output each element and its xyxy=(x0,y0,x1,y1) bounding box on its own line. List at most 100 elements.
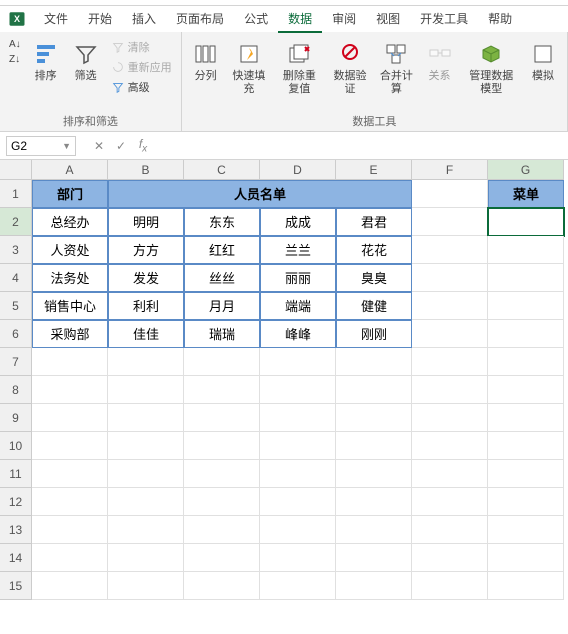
cell-F13[interactable] xyxy=(412,516,488,544)
cell-B13[interactable] xyxy=(108,516,184,544)
cell-G15[interactable] xyxy=(488,572,564,600)
cell-D7[interactable] xyxy=(260,348,336,376)
menu-文件[interactable]: 文件 xyxy=(34,6,78,33)
cell-G4[interactable] xyxy=(488,264,564,292)
clear-button[interactable]: 清除 xyxy=(108,38,175,56)
row-header-11[interactable]: 11 xyxy=(0,460,32,488)
cell-A6[interactable]: 采购部 xyxy=(32,320,108,348)
cell-A4[interactable]: 法务处 xyxy=(32,264,108,292)
cell-B15[interactable] xyxy=(108,572,184,600)
cell-D13[interactable] xyxy=(260,516,336,544)
relations-button[interactable]: 关系 xyxy=(422,36,458,87)
cell-G5[interactable] xyxy=(488,292,564,320)
data-model-button[interactable]: 管理数据模型 xyxy=(462,36,521,100)
cell-B14[interactable] xyxy=(108,544,184,572)
cell-D14[interactable] xyxy=(260,544,336,572)
row-header-6[interactable]: 6 xyxy=(0,320,32,348)
cell-B4[interactable]: 发发 xyxy=(108,264,184,292)
remove-duplicates-button[interactable]: 删除重复值 xyxy=(274,36,325,100)
cell-E9[interactable] xyxy=(336,404,412,432)
cell-C8[interactable] xyxy=(184,376,260,404)
select-all-corner[interactable] xyxy=(0,160,32,180)
reapply-button[interactable]: 重新应用 xyxy=(108,58,175,76)
cell-E10[interactable] xyxy=(336,432,412,460)
cell-G7[interactable] xyxy=(488,348,564,376)
menu-插入[interactable]: 插入 xyxy=(122,6,166,33)
cell-E3[interactable]: 花花 xyxy=(336,236,412,264)
menu-数据[interactable]: 数据 xyxy=(278,6,322,33)
cell-E15[interactable] xyxy=(336,572,412,600)
cell-C3[interactable]: 红红 xyxy=(184,236,260,264)
cell-A13[interactable] xyxy=(32,516,108,544)
cell-C6[interactable]: 瑞瑞 xyxy=(184,320,260,348)
cell-A14[interactable] xyxy=(32,544,108,572)
cell-A2[interactable]: 总经办 xyxy=(32,208,108,236)
menu-公式[interactable]: 公式 xyxy=(234,6,278,33)
cell-B10[interactable] xyxy=(108,432,184,460)
cell-G9[interactable] xyxy=(488,404,564,432)
cell-D15[interactable] xyxy=(260,572,336,600)
cell-A9[interactable] xyxy=(32,404,108,432)
flash-fill-button[interactable]: 快速填充 xyxy=(228,36,270,100)
col-header-A[interactable]: A xyxy=(32,160,108,180)
cell-F8[interactable] xyxy=(412,376,488,404)
cell-E14[interactable] xyxy=(336,544,412,572)
row-header-13[interactable]: 13 xyxy=(0,516,32,544)
cell-G8[interactable] xyxy=(488,376,564,404)
cell-A11[interactable] xyxy=(32,460,108,488)
cell-G12[interactable] xyxy=(488,488,564,516)
cell-C14[interactable] xyxy=(184,544,260,572)
cell-A3[interactable]: 人资处 xyxy=(32,236,108,264)
cell-B9[interactable] xyxy=(108,404,184,432)
cell-C4[interactable]: 丝丝 xyxy=(184,264,260,292)
cell-D3[interactable]: 兰兰 xyxy=(260,236,336,264)
cell-D2[interactable]: 成成 xyxy=(260,208,336,236)
cell-F6[interactable] xyxy=(412,320,488,348)
fx-icon[interactable]: fx xyxy=(132,135,154,157)
row-header-12[interactable]: 12 xyxy=(0,488,32,516)
cell-D4[interactable]: 丽丽 xyxy=(260,264,336,292)
row-header-1[interactable]: 1 xyxy=(0,180,32,208)
cell-E11[interactable] xyxy=(336,460,412,488)
cell-C15[interactable] xyxy=(184,572,260,600)
cell-C7[interactable] xyxy=(184,348,260,376)
row-header-2[interactable]: 2 xyxy=(0,208,32,236)
cell-G13[interactable] xyxy=(488,516,564,544)
cell-F9[interactable] xyxy=(412,404,488,432)
cell-F3[interactable] xyxy=(412,236,488,264)
cell-F1[interactable] xyxy=(412,180,488,208)
cell-D12[interactable] xyxy=(260,488,336,516)
cell-F15[interactable] xyxy=(412,572,488,600)
col-header-B[interactable]: B xyxy=(108,160,184,180)
text-to-columns-button[interactable]: 分列 xyxy=(188,36,224,87)
cell-B6[interactable]: 佳佳 xyxy=(108,320,184,348)
menu-视图[interactable]: 视图 xyxy=(366,6,410,33)
formula-input[interactable] xyxy=(154,136,568,156)
cell-C11[interactable] xyxy=(184,460,260,488)
cell-D10[interactable] xyxy=(260,432,336,460)
cell-F10[interactable] xyxy=(412,432,488,460)
cell-D8[interactable] xyxy=(260,376,336,404)
cell-B12[interactable] xyxy=(108,488,184,516)
menu-开始[interactable]: 开始 xyxy=(78,6,122,33)
cell-D5[interactable]: 端端 xyxy=(260,292,336,320)
cell-C10[interactable] xyxy=(184,432,260,460)
cell-E4[interactable]: 臭臭 xyxy=(336,264,412,292)
cancel-icon[interactable]: ✕ xyxy=(88,135,110,157)
cell-A15[interactable] xyxy=(32,572,108,600)
row-header-14[interactable]: 14 xyxy=(0,544,32,572)
cell-C13[interactable] xyxy=(184,516,260,544)
cell-F2[interactable] xyxy=(412,208,488,236)
cell-A7[interactable] xyxy=(32,348,108,376)
row-header-7[interactable]: 7 xyxy=(0,348,32,376)
cell-E2[interactable]: 君君 xyxy=(336,208,412,236)
row-header-15[interactable]: 15 xyxy=(0,572,32,600)
cell-A12[interactable] xyxy=(32,488,108,516)
cell-G14[interactable] xyxy=(488,544,564,572)
cell-E13[interactable] xyxy=(336,516,412,544)
name-box[interactable]: G2▼ xyxy=(6,136,76,156)
sort-button[interactable]: 排序 xyxy=(28,36,64,87)
cell-G1[interactable]: 菜单 xyxy=(488,180,564,208)
cell-B2[interactable]: 明明 xyxy=(108,208,184,236)
cell-D11[interactable] xyxy=(260,460,336,488)
